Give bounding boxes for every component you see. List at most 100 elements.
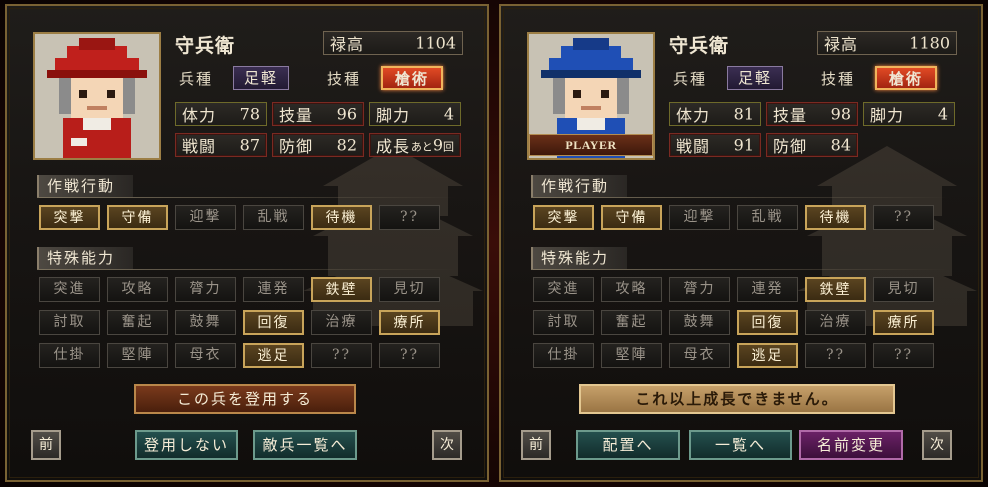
ability-button[interactable]: 回復 <box>737 310 798 335</box>
ability-button[interactable]: 突進 <box>533 277 594 302</box>
tactic-button[interactable]: 待機 <box>311 205 372 230</box>
ability-button[interactable]: ?? <box>379 343 440 368</box>
tactic-button[interactable]: ?? <box>379 205 440 230</box>
ability-button[interactable]: ?? <box>311 343 372 368</box>
ability-button[interactable]: ?? <box>873 343 934 368</box>
unit-name: 守兵衛 <box>669 35 730 57</box>
ability-button[interactable]: 鉄壁 <box>311 277 372 302</box>
ability-button[interactable]: 見切 <box>379 277 440 302</box>
stat-label: 体力 <box>676 106 711 125</box>
tactic-button[interactable]: 乱戦 <box>737 205 798 230</box>
ability-button[interactable]: 奮起 <box>601 310 662 335</box>
ability-button[interactable]: 連発 <box>737 277 798 302</box>
player-label: PLAYER <box>529 134 653 156</box>
ability-button[interactable]: 攻略 <box>107 277 168 302</box>
ability-button[interactable]: 突進 <box>39 277 100 302</box>
stat-value: 84 <box>830 135 851 155</box>
next-button[interactable]: 次 <box>432 430 462 460</box>
recruit-button[interactable]: この兵を登用する <box>134 384 356 414</box>
troop-type-value: 足軽 <box>233 66 289 90</box>
rename-button[interactable]: 名前変更 <box>799 430 903 460</box>
ability-button[interactable]: 治療 <box>311 310 372 335</box>
decline-button[interactable]: 登用しない <box>135 430 238 460</box>
prev-button[interactable]: 前 <box>31 430 61 460</box>
salary-box: 禄高 1180 <box>817 31 957 55</box>
stat-label: 戦闘 <box>182 137 217 156</box>
stat-label: 技量 <box>279 106 314 125</box>
ability-button[interactable]: 膂力 <box>175 277 236 302</box>
ability-button[interactable]: ?? <box>805 343 866 368</box>
troop-type-value: 足軽 <box>727 66 783 90</box>
ability-button[interactable]: 母衣 <box>175 343 236 368</box>
stat-defense: 防御 82 <box>272 133 364 157</box>
growth-count: 9 <box>432 135 443 155</box>
ability-button[interactable]: 膂力 <box>669 277 730 302</box>
stat-label: 脚力 <box>870 106 905 125</box>
ability-button[interactable]: 仕掛 <box>533 343 594 368</box>
ability-button[interactable]: 鉄壁 <box>805 277 866 302</box>
tactics-section-title: 作戦行動 <box>37 175 133 197</box>
abilities-divider <box>531 269 951 270</box>
tactics-section-title: 作戦行動 <box>531 175 627 197</box>
stat-value: 4 <box>443 104 454 124</box>
tactic-button[interactable]: 守備 <box>601 205 662 230</box>
ability-button[interactable]: 攻略 <box>601 277 662 302</box>
tactic-button[interactable]: 突撃 <box>533 205 594 230</box>
list-button[interactable]: 一覧へ <box>689 430 792 460</box>
ability-button[interactable]: 見切 <box>873 277 934 302</box>
ability-button[interactable]: 鼓舞 <box>175 310 236 335</box>
ability-button[interactable]: 堅陣 <box>601 343 662 368</box>
stat-value: 91 <box>733 135 754 155</box>
stat-value: 82 <box>336 135 357 155</box>
ability-button[interactable]: 討取 <box>39 310 100 335</box>
salary-value: 1104 <box>415 33 456 53</box>
ability-button[interactable]: 逃足 <box>243 343 304 368</box>
salary-box: 禄高 1104 <box>323 31 463 55</box>
ability-button[interactable]: 連発 <box>243 277 304 302</box>
growth-unit: 回 <box>443 140 454 154</box>
skill-type-label: 技種 <box>821 70 856 88</box>
enemy-list-button[interactable]: 敵兵一覧へ <box>253 430 357 460</box>
ability-button[interactable]: 堅陣 <box>107 343 168 368</box>
ability-button[interactable]: 逃足 <box>737 343 798 368</box>
abilities-divider <box>37 269 457 270</box>
ability-button[interactable]: 奮起 <box>107 310 168 335</box>
skill-type-value: 槍術 <box>381 66 443 90</box>
tactic-button[interactable]: 待機 <box>805 205 866 230</box>
skill-type-label: 技種 <box>327 70 362 88</box>
unit-detail-panel-left: 守兵衛 禄高 1104 兵種 足軽 技種 槍術 体力 78 技量 96 脚力 4… <box>5 4 489 482</box>
ability-button[interactable]: 治療 <box>805 310 866 335</box>
stat-value: 87 <box>239 135 260 155</box>
prev-button[interactable]: 前 <box>521 430 551 460</box>
tactic-button[interactable]: ?? <box>873 205 934 230</box>
ability-button[interactable]: 母衣 <box>669 343 730 368</box>
ability-button[interactable]: 回復 <box>243 310 304 335</box>
salary-value: 1180 <box>909 33 950 53</box>
stat-legs: 脚力 4 <box>863 102 955 126</box>
salary-label: 禄高 <box>824 35 859 54</box>
deploy-button[interactable]: 配置へ <box>576 430 680 460</box>
stat-value: 98 <box>830 104 851 124</box>
ability-button[interactable]: 討取 <box>533 310 594 335</box>
tactic-button[interactable]: 乱戦 <box>243 205 304 230</box>
stat-hp: 体力 81 <box>669 102 761 126</box>
stat-value: 78 <box>239 104 260 124</box>
tactic-button[interactable]: 突撃 <box>39 205 100 230</box>
game-screen: 守兵衛 禄高 1104 兵種 足軽 技種 槍術 体力 78 技量 96 脚力 4… <box>0 0 988 487</box>
ability-button[interactable]: 仕掛 <box>39 343 100 368</box>
next-button[interactable]: 次 <box>922 430 952 460</box>
salary-label: 禄高 <box>330 35 365 54</box>
stat-value: 4 <box>937 104 948 124</box>
ability-button[interactable]: 療所 <box>873 310 934 335</box>
stat-label: 脚力 <box>376 106 411 125</box>
tactic-button[interactable]: 迎撃 <box>669 205 730 230</box>
stat-battle: 戦闘 87 <box>175 133 267 157</box>
stat-label: 技量 <box>773 106 808 125</box>
tactic-button[interactable]: 迎撃 <box>175 205 236 230</box>
tactics-divider <box>531 197 951 198</box>
ability-button[interactable]: 療所 <box>379 310 440 335</box>
stat-tech: 技量 96 <box>272 102 364 126</box>
tactic-button[interactable]: 守備 <box>107 205 168 230</box>
ability-button[interactable]: 鼓舞 <box>669 310 730 335</box>
abilities-section-title: 特殊能力 <box>37 247 133 269</box>
